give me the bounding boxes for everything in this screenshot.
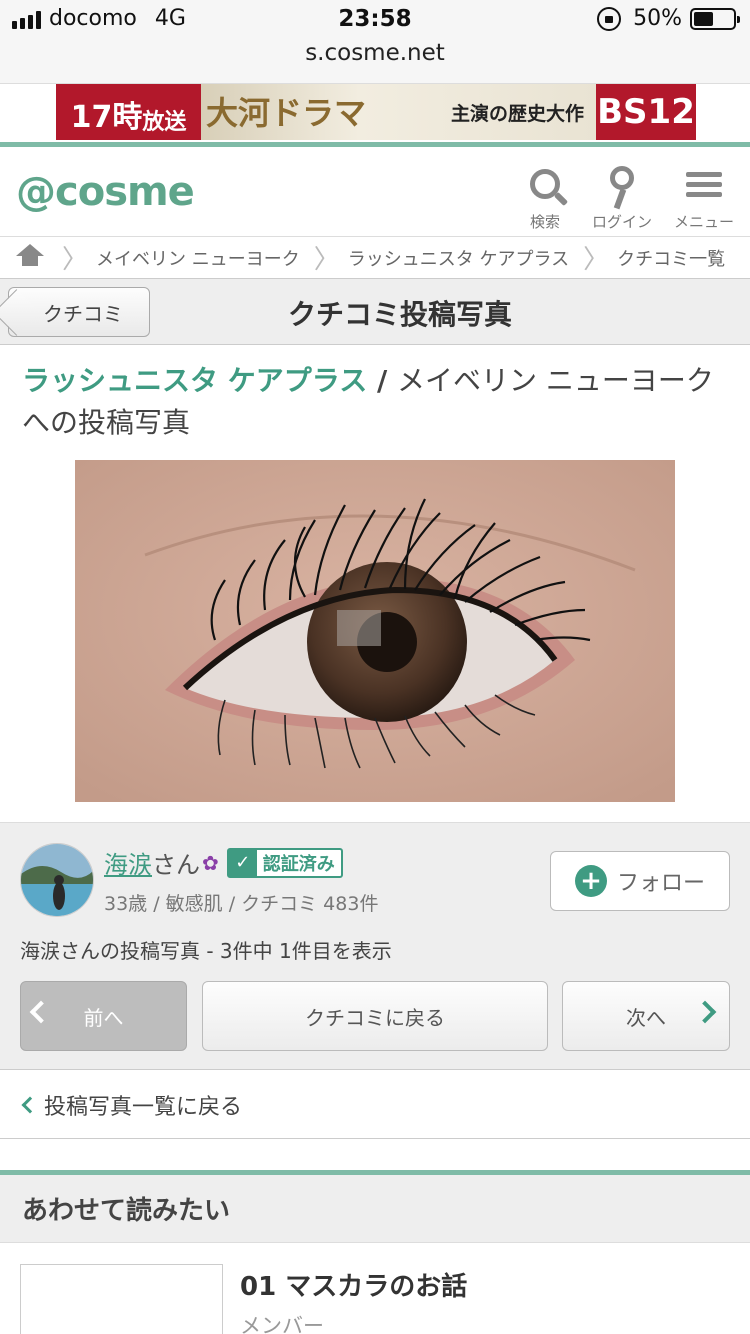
prev-label: 前へ: [83, 1005, 124, 1030]
ad-time-text: 17時: [70, 100, 143, 135]
title-bar: クチコミ クチコミ投稿写真: [0, 279, 750, 345]
site-header: @cosme 検索 ログイン メニュー: [0, 147, 750, 237]
search-button[interactable]: 検索: [505, 163, 585, 232]
chevron-right-icon: [693, 1000, 717, 1024]
chevron-left-icon: [29, 1000, 53, 1024]
breadcrumb-separator-icon: 〉: [62, 245, 89, 275]
url-bar[interactable]: s.cosme.net: [0, 40, 750, 66]
breadcrumb-brand[interactable]: メイベリン ニューヨーク: [96, 245, 300, 271]
verified-badge: ✓ 認証済み: [226, 847, 343, 878]
breadcrumb-reviews[interactable]: クチコミ一覧: [617, 245, 725, 271]
next-button[interactable]: 次へ: [562, 981, 730, 1051]
site-logo[interactable]: @cosme: [16, 169, 195, 215]
product-name-link[interactable]: ラッシュニスタ ケアプラス: [22, 364, 367, 397]
login-label: ログイン: [591, 213, 652, 231]
back-to-reviews-button[interactable]: クチコミ: [8, 287, 150, 337]
follow-label: フォロー: [616, 871, 705, 896]
search-label: 検索: [529, 213, 560, 231]
battery-percent: 50%: [633, 6, 682, 31]
ad-time: 17時 放送: [56, 84, 201, 140]
ad-channel: BS12: [596, 84, 696, 140]
product-heading: ラッシュニスタ ケアプラス / メイベリン ニューヨーク への投稿写真: [22, 360, 722, 444]
battery-icon: [690, 7, 740, 30]
ad-title-art: 大河ドラマ: [206, 94, 367, 132]
follow-button[interactable]: + フォロー: [550, 851, 730, 911]
article-subtitle: メンバー: [240, 1314, 324, 1334]
status-bar: docomo 4G 23:58 50% s.cosme.net: [0, 0, 750, 84]
verified-label: 認証済み: [262, 853, 335, 875]
hamburger-icon: [686, 167, 722, 202]
user-name-link[interactable]: 海涙: [104, 845, 152, 880]
chevron-left-icon: [21, 1096, 39, 1114]
ad-middle: 大河ドラマ 主演の歴史大作: [201, 84, 596, 140]
rotation-lock-icon: [597, 6, 622, 31]
breadcrumb-home[interactable]: [0, 243, 60, 268]
plus-icon: +: [574, 865, 607, 897]
article-title: 01 マスカラのお話: [240, 1272, 468, 1302]
avatar[interactable]: [20, 843, 94, 917]
ad-banner[interactable]: 17時 放送 大河ドラマ 主演の歴史大作 BS12: [56, 84, 696, 140]
prev-button[interactable]: 前へ: [20, 981, 187, 1051]
user-name-row: 海涙 さん ✿ ✓ 認証済み: [104, 845, 343, 880]
breadcrumb-separator-icon: 〉: [313, 245, 340, 275]
page-title: クチコミ投稿写真: [287, 298, 512, 331]
photo-count-text: 海涙さんの投稿写真 - 3件中 1件目を表示: [20, 939, 392, 963]
heading-separator: /: [367, 364, 397, 397]
menu-button[interactable]: メニュー: [664, 163, 744, 232]
related-section-title: あわせて読みたい: [0, 1175, 750, 1243]
user-info: 33歳 / 敏感肌 / クチコミ 483件: [104, 893, 379, 915]
login-button[interactable]: ログイン: [582, 163, 662, 232]
check-icon: ✓: [228, 848, 257, 877]
eye-photo-illustration: [75, 460, 675, 802]
user-honorific: さん: [152, 851, 200, 879]
back-to-list-label: 投稿写真一覧に戻る: [44, 1094, 243, 1120]
next-label: 次へ: [626, 1005, 666, 1030]
ad-tagline: 主演の歴史大作: [450, 102, 584, 125]
breadcrumb-product[interactable]: ラッシュニスタ ケアプラス: [348, 245, 569, 271]
flower-badge-icon: ✿: [202, 850, 219, 875]
battery-fill: [694, 11, 713, 26]
key-icon: [610, 166, 634, 190]
back-button-label: クチコミ: [43, 301, 123, 326]
back-to-review-button[interactable]: クチコミに戻る: [202, 981, 548, 1051]
back-to-photo-list-link[interactable]: 投稿写真一覧に戻る: [0, 1071, 750, 1139]
avatar-image: [21, 844, 93, 916]
home-icon: [16, 243, 44, 268]
user-panel: 海涙 さん ✿ ✓ 認証済み 33歳 / 敏感肌 / クチコミ 483件 + フ…: [0, 822, 750, 1070]
status-right: 50%: [597, 6, 740, 31]
ad-time-suffix: 放送: [142, 110, 187, 135]
related-article[interactable]: 01 マスカラのお話 メンバー: [0, 1244, 750, 1334]
article-thumbnail: [20, 1264, 223, 1334]
menu-label: メニュー: [673, 213, 734, 231]
breadcrumb-separator-icon: 〉: [583, 245, 610, 275]
search-icon: [530, 169, 560, 199]
review-photo[interactable]: [75, 460, 675, 802]
back-to-review-label: クチコミに戻る: [305, 1005, 445, 1030]
breadcrumb: 〉 メイベリン ニューヨーク 〉 ラッシュニスタ ケアプラス 〉 クチコミ一覧: [0, 237, 750, 279]
